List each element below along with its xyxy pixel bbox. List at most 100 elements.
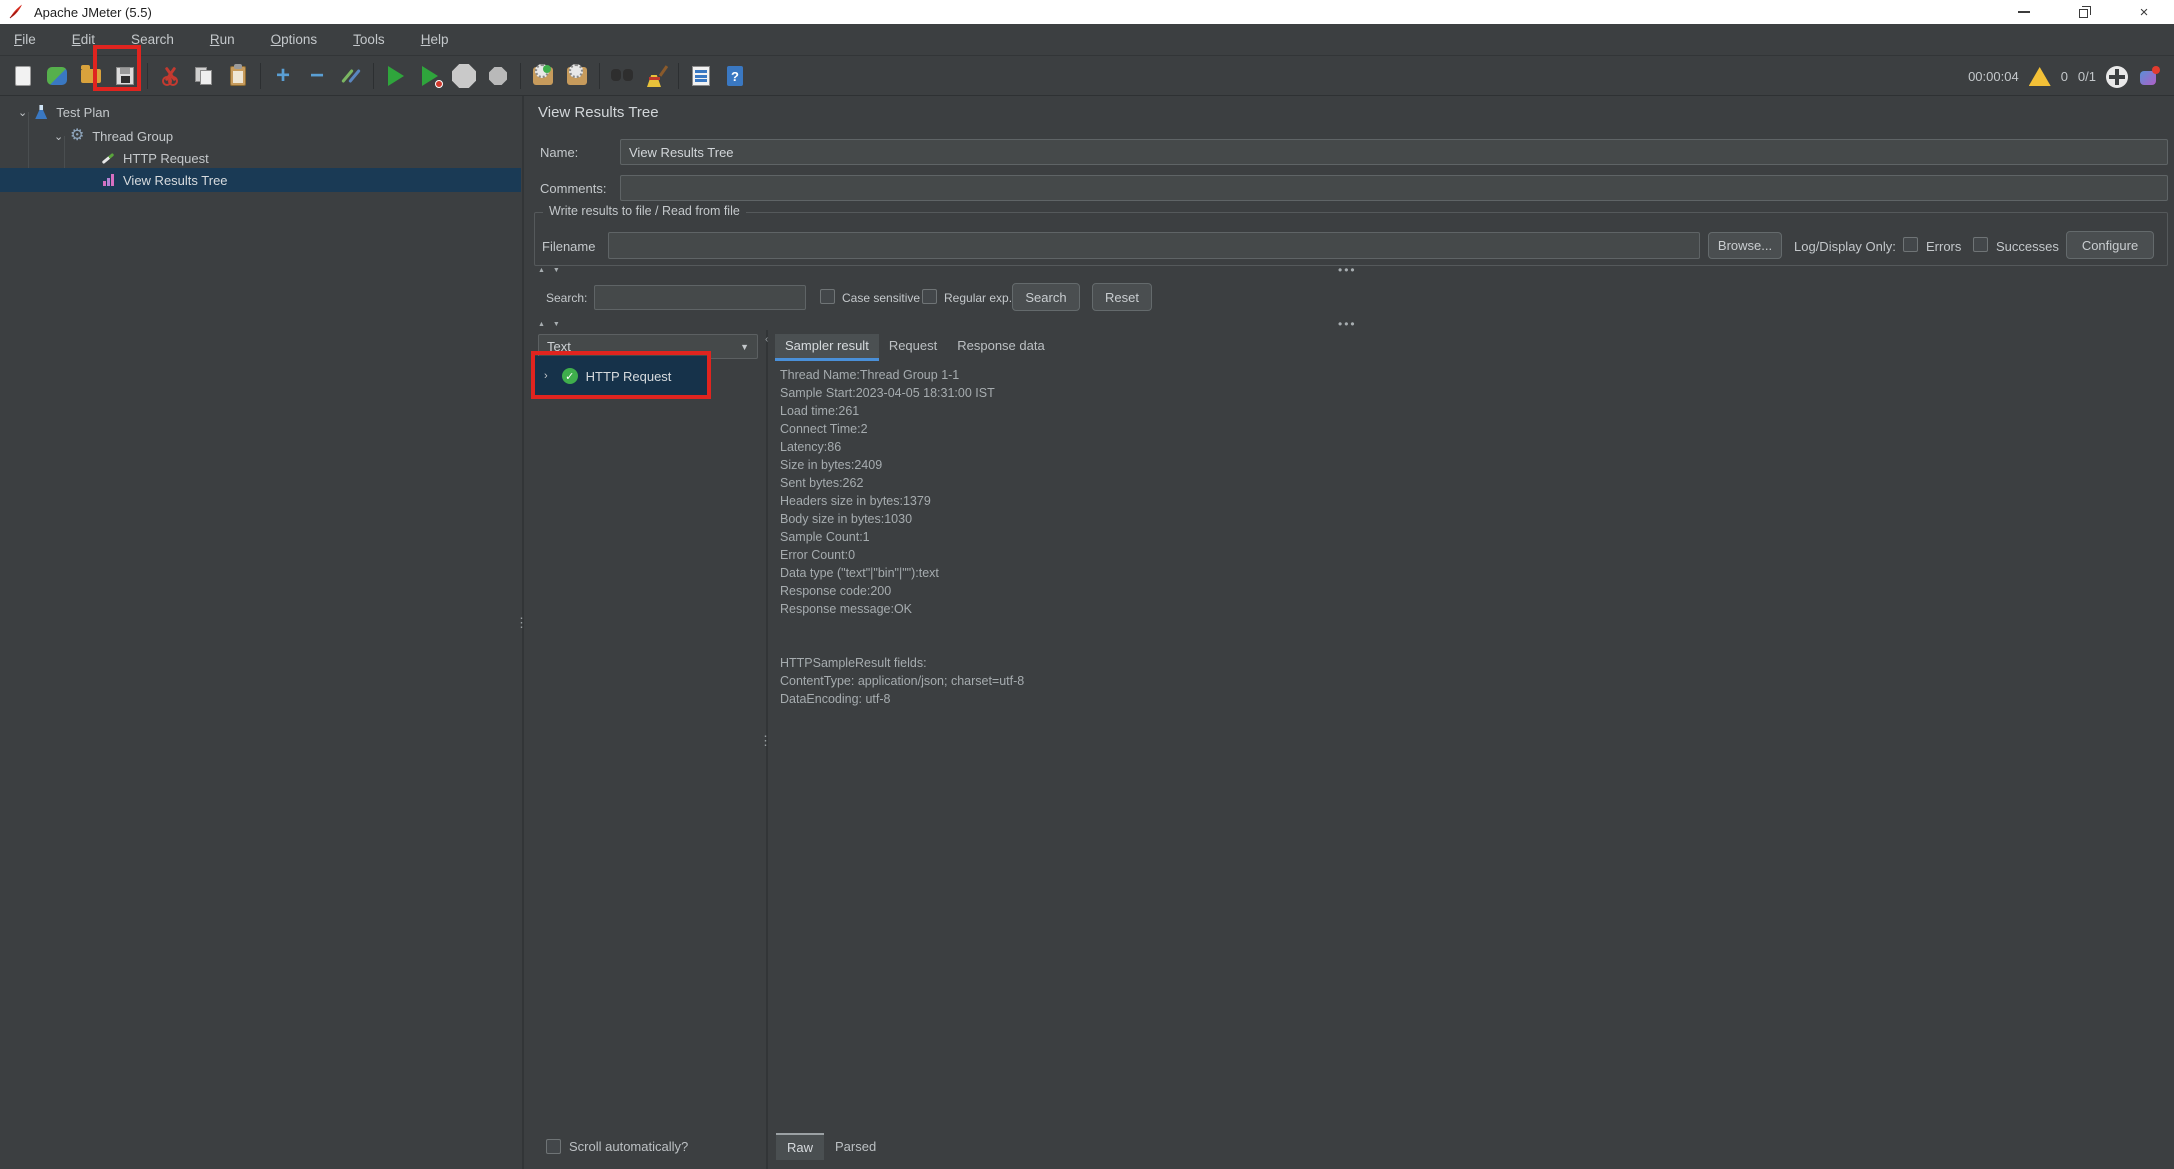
- sampler-result-text: Thread Name:Thread Group 1-1Sample Start…: [780, 366, 2080, 708]
- sampler-result-line: Error Count:0: [780, 546, 2080, 564]
- chevron-right-icon[interactable]: ›: [544, 370, 548, 382]
- name-input[interactable]: View Results Tree: [620, 139, 2168, 165]
- warning-icon[interactable]: [2029, 67, 2051, 86]
- stop-icon[interactable]: [449, 61, 479, 91]
- search-input[interactable]: [594, 285, 806, 310]
- menu-item[interactable]: Run: [202, 27, 247, 52]
- case-sensitive-label: Case sensitive: [842, 291, 920, 305]
- remote-stop-icon[interactable]: [562, 61, 592, 91]
- chevron-down-icon[interactable]: ⌄: [54, 130, 63, 143]
- thread-activity-icon[interactable]: [2138, 66, 2160, 88]
- restore-button[interactable]: [2054, 0, 2114, 24]
- tab-raw[interactable]: Raw: [776, 1133, 824, 1160]
- copy-icon[interactable]: [189, 61, 219, 91]
- result-item-http-request[interactable]: › ✓ HTTP Request: [534, 356, 708, 396]
- sampler-result-line: Data type ("text"|"bin"|""):text: [780, 564, 2080, 582]
- tab-request[interactable]: Request: [879, 334, 947, 358]
- main-splitter[interactable]: ⋮: [522, 96, 524, 1169]
- horizontal-splitter[interactable]: ▲ ▼ •••: [528, 320, 2174, 332]
- horizontal-splitter[interactable]: ▲ ▼ •••: [528, 266, 2174, 278]
- collapse-left-icon[interactable]: ‹: [765, 334, 768, 345]
- browse-button[interactable]: Browse...: [1708, 232, 1782, 259]
- remote-start-icon[interactable]: [528, 61, 558, 91]
- splitter-arrows[interactable]: ▲ ▼: [538, 321, 563, 328]
- start-icon[interactable]: [381, 61, 411, 91]
- filename-input[interactable]: [608, 232, 1700, 259]
- successes-checkbox[interactable]: [1973, 237, 1988, 252]
- sampler-result-line: Sent bytes:262: [780, 474, 2080, 492]
- sampler-result-line: Headers size in bytes:1379: [780, 492, 2080, 510]
- cut-icon[interactable]: [155, 61, 185, 91]
- view-mode-value: Text: [547, 339, 571, 354]
- comments-label: Comments:: [540, 181, 606, 196]
- save-icon[interactable]: [110, 61, 140, 91]
- sampler-result-line: Sample Count:1: [780, 528, 2080, 546]
- window-title: Apache JMeter (5.5): [34, 5, 152, 20]
- function-helper-icon[interactable]: [686, 61, 716, 91]
- open-icon[interactable]: [76, 61, 106, 91]
- tree-item-label: Thread Group: [92, 129, 173, 144]
- help-icon[interactable]: ?: [720, 61, 750, 91]
- menu-item[interactable]: Options: [263, 27, 330, 52]
- scroll-automatically-checkbox[interactable]: [546, 1139, 561, 1154]
- result-tabbar: Sampler result Request Response data: [775, 332, 1055, 358]
- sampler-result-line: Latency:86: [780, 438, 2080, 456]
- errors-checkbox[interactable]: [1903, 237, 1918, 252]
- menu-item[interactable]: Edit: [64, 27, 107, 52]
- reset-button-label: Reset: [1105, 290, 1139, 305]
- regular-exp-label: Regular exp.: [944, 291, 1012, 305]
- menu-item[interactable]: Help: [413, 27, 461, 52]
- add-icon[interactable]: +: [268, 61, 298, 91]
- search-icon[interactable]: [607, 61, 637, 91]
- search-label: Search:: [546, 291, 587, 305]
- toolbar-separator: [147, 63, 148, 89]
- comments-input[interactable]: [620, 175, 2168, 201]
- chevron-down-icon[interactable]: ⌄: [18, 106, 27, 119]
- sampler-result-line: DataEncoding: utf-8: [780, 690, 2080, 708]
- reset-button[interactable]: Reset: [1092, 283, 1152, 311]
- configure-label: Configure: [2082, 238, 2138, 253]
- remove-icon[interactable]: −: [302, 61, 332, 91]
- tab-sampler-result[interactable]: Sampler result: [775, 334, 879, 358]
- tree-item-view-results-tree[interactable]: View Results Tree: [0, 168, 521, 192]
- configure-button[interactable]: Configure: [2066, 231, 2154, 259]
- tree-item-http-request[interactable]: HTTP Request: [100, 146, 209, 170]
- minimize-button[interactable]: [1994, 0, 2054, 24]
- paste-icon[interactable]: [223, 61, 253, 91]
- search-button[interactable]: Search: [1012, 283, 1080, 311]
- page-title: View Results Tree: [538, 104, 659, 121]
- menu-bar: File Edit Search Run Options Tools Help: [0, 24, 2174, 56]
- close-button[interactable]: ×: [2114, 0, 2174, 24]
- toggle-icon[interactable]: [336, 61, 366, 91]
- stop-threads-icon[interactable]: [2106, 66, 2128, 88]
- clear-all-icon[interactable]: [641, 61, 671, 91]
- splitter-grip[interactable]: ⋮: [759, 738, 772, 743]
- menu-item[interactable]: Search: [123, 27, 186, 52]
- tab-response-data[interactable]: Response data: [947, 334, 1054, 358]
- sampler-result-line: Size in bytes:2409: [780, 456, 2080, 474]
- success-shield-icon: ✓: [562, 368, 578, 384]
- case-sensitive-checkbox[interactable]: [820, 289, 835, 304]
- tree-item-test-plan[interactable]: ⌄ Test Plan: [18, 100, 110, 124]
- new-icon[interactable]: [8, 61, 38, 91]
- splitter-grip[interactable]: •••: [1338, 317, 1357, 331]
- splitter-arrows[interactable]: ▲ ▼: [538, 267, 563, 274]
- view-results-tree-icon: [100, 172, 116, 188]
- templates-icon[interactable]: [42, 61, 72, 91]
- http-request-icon: [100, 150, 116, 166]
- results-splitter[interactable]: ⋮: [766, 330, 768, 1169]
- regular-exp-checkbox[interactable]: [922, 289, 937, 304]
- filename-label: Filename: [542, 239, 595, 254]
- scroll-automatically-row: Scroll automatically?: [546, 1139, 688, 1154]
- title-bar: Apache JMeter (5.5) ×: [0, 0, 2174, 24]
- splitter-grip[interactable]: ⋮: [515, 620, 528, 625]
- start-no-pauses-icon[interactable]: [415, 61, 445, 91]
- tab-parsed[interactable]: Parsed: [824, 1134, 887, 1159]
- tree-item-thread-group[interactable]: ⌄ ⚙ Thread Group: [54, 124, 173, 148]
- shutdown-icon[interactable]: [483, 61, 513, 91]
- menu-item[interactable]: File: [6, 27, 48, 52]
- menu-item[interactable]: Tools: [345, 27, 397, 52]
- splitter-grip[interactable]: •••: [1338, 263, 1357, 277]
- toolbar: + − ? 00:00:04 0 0/1: [0, 57, 2174, 96]
- toolbar-separator: [373, 63, 374, 89]
